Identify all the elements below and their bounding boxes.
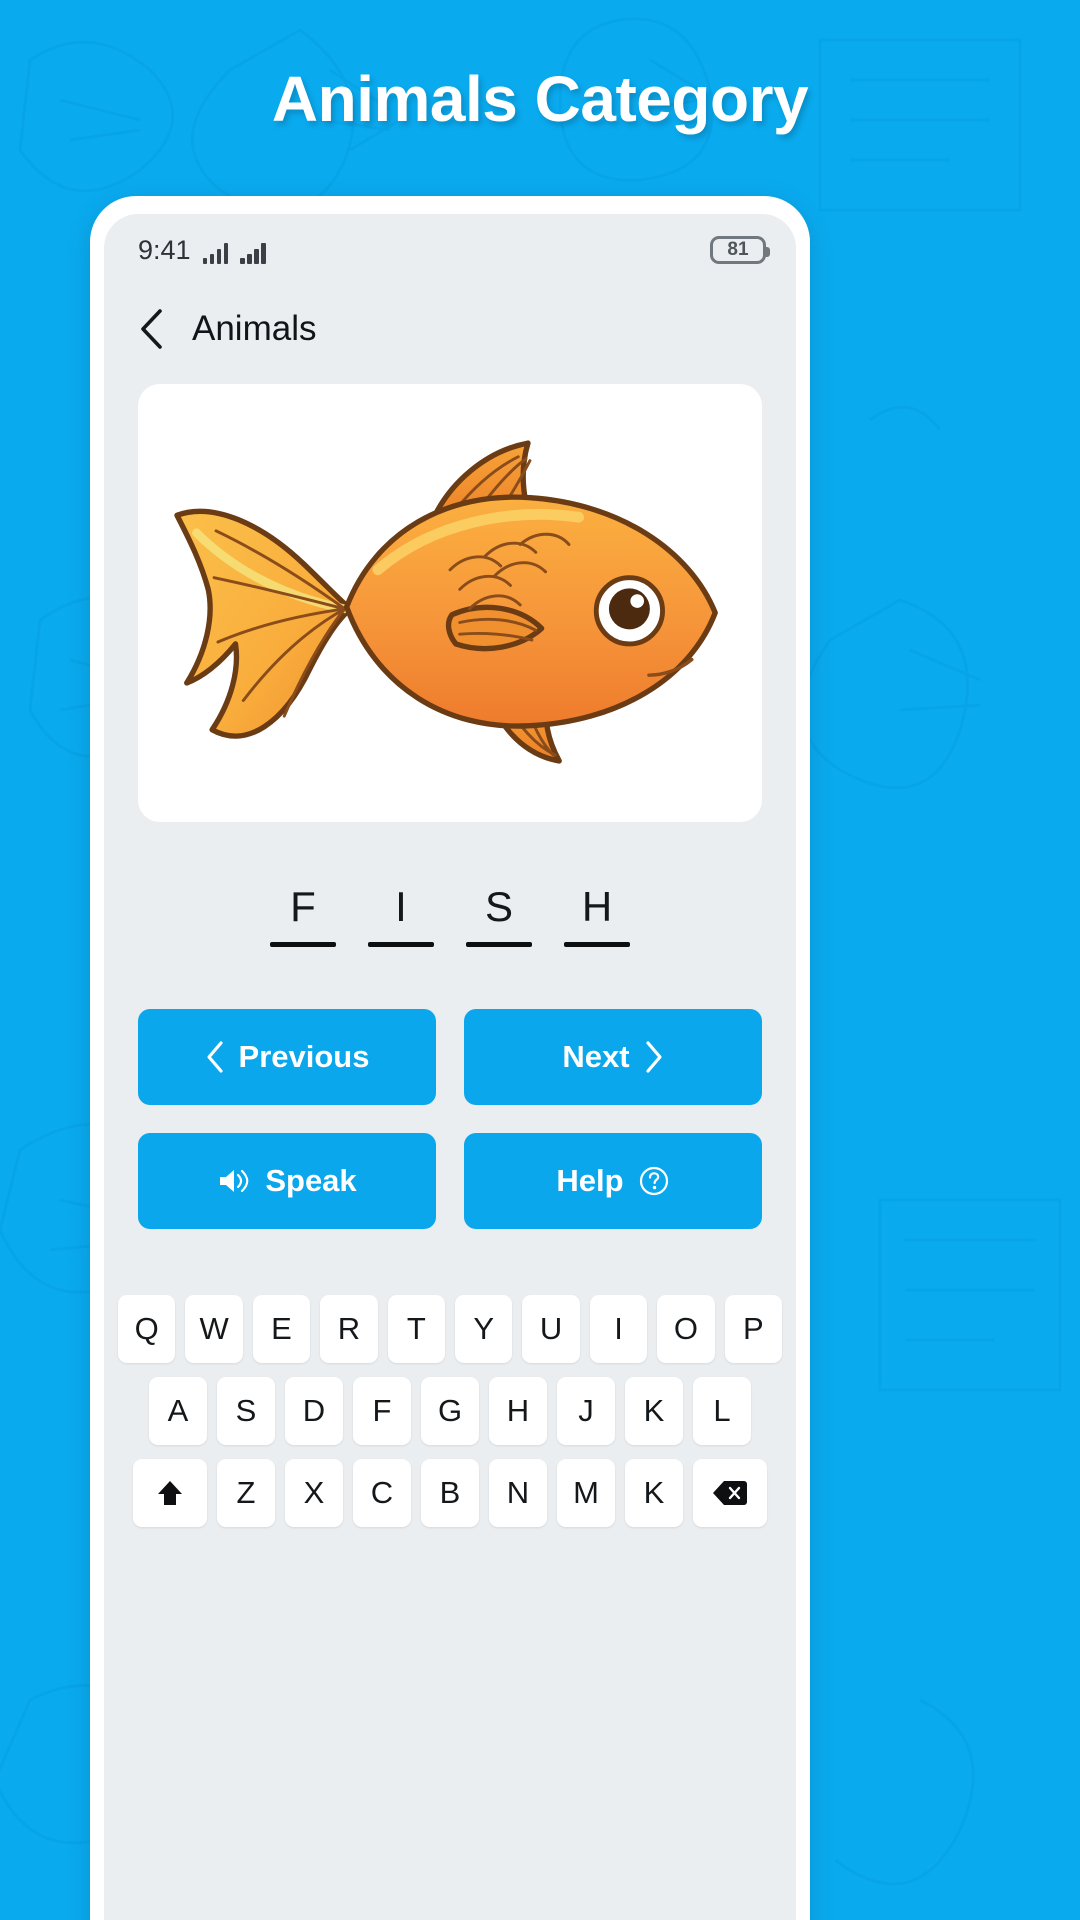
- on-screen-keyboard: QWERTYUIOP ASDFGHJKL ZXCBNMK: [104, 1295, 796, 1561]
- letter-underline: [564, 942, 630, 947]
- status-bar-left: 9:41: [138, 234, 266, 265]
- phone-screen: 9:41 81 Animals F I S H Previous Next Sp…: [104, 214, 796, 1920]
- battery-icon: 81: [710, 236, 770, 264]
- backspace-delete-icon: [713, 1481, 747, 1505]
- speaker-volume-icon: [220, 1169, 249, 1193]
- speak-button[interactable]: Speak: [138, 1133, 436, 1229]
- key-t[interactable]: T: [387, 1295, 445, 1363]
- letter-slot: I: [365, 884, 437, 947]
- letter-slot: S: [463, 884, 535, 947]
- key-x[interactable]: X: [285, 1459, 343, 1527]
- signal-bars-icon-secondary: [240, 242, 266, 264]
- keyboard-row-1: QWERTYUIOP: [117, 1295, 783, 1363]
- status-clock: 9:41: [138, 234, 191, 265]
- key-z[interactable]: Z: [217, 1459, 275, 1527]
- chevron-right-icon: [645, 1041, 662, 1073]
- letter-char: F: [290, 883, 316, 930]
- page-title: Animals Category: [271, 63, 809, 135]
- key-y[interactable]: Y: [455, 1295, 513, 1363]
- key-f[interactable]: F: [353, 1377, 411, 1445]
- action-buttons: Previous Next Speak Help: [138, 1009, 762, 1229]
- key-r[interactable]: R: [320, 1295, 378, 1363]
- shift-key[interactable]: [133, 1459, 207, 1527]
- letter-underline: [368, 942, 434, 947]
- status-bar-right: 81: [710, 236, 770, 264]
- key-i[interactable]: I: [589, 1295, 648, 1363]
- letter-char: S: [484, 883, 513, 930]
- key-e[interactable]: E: [252, 1295, 311, 1363]
- letter-slot: F: [267, 884, 339, 947]
- key-d[interactable]: D: [285, 1377, 343, 1445]
- help-label: Help: [556, 1163, 624, 1198]
- backspace-key[interactable]: [693, 1459, 767, 1527]
- letter-underline: [466, 942, 532, 947]
- word-blanks: F I S H: [104, 884, 796, 947]
- key-u[interactable]: U: [522, 1295, 580, 1363]
- chevron-left-icon: [206, 1041, 223, 1073]
- key-a[interactable]: A: [149, 1377, 207, 1445]
- key-k[interactable]: K: [625, 1377, 683, 1445]
- nav-bar: Animals: [104, 286, 796, 372]
- key-k[interactable]: K: [625, 1459, 683, 1527]
- key-b[interactable]: B: [421, 1459, 479, 1527]
- question-circle-icon: [639, 1166, 668, 1196]
- key-g[interactable]: G: [421, 1377, 479, 1445]
- key-q[interactable]: Q: [117, 1295, 176, 1363]
- key-p[interactable]: P: [724, 1295, 783, 1363]
- key-l[interactable]: L: [693, 1377, 751, 1445]
- nav-title: Animals: [192, 309, 317, 348]
- key-s[interactable]: S: [217, 1377, 275, 1445]
- image-card: [138, 384, 762, 822]
- key-n[interactable]: N: [489, 1459, 547, 1527]
- keyboard-row-2: ASDFGHJKL: [118, 1377, 782, 1445]
- phone-mockup: 9:41 81 Animals F I S H Previous Next Sp…: [90, 196, 810, 1920]
- chevron-left-icon[interactable]: [138, 308, 164, 350]
- help-button[interactable]: Help: [464, 1133, 762, 1229]
- letter-slot: H: [561, 884, 633, 947]
- key-j[interactable]: J: [557, 1377, 615, 1445]
- keyboard-row-3: ZXCBNMK: [118, 1459, 782, 1527]
- shift-arrow-up-icon: [158, 1481, 182, 1505]
- previous-button[interactable]: Previous: [138, 1009, 436, 1105]
- previous-label: Previous: [238, 1039, 370, 1074]
- key-w[interactable]: W: [185, 1295, 243, 1363]
- signal-bars-icon: [202, 242, 229, 264]
- key-c[interactable]: C: [353, 1459, 411, 1527]
- status-bar: 9:41 81: [104, 214, 796, 286]
- letter-char: H: [581, 883, 613, 930]
- next-label: Next: [562, 1039, 630, 1074]
- key-o[interactable]: O: [657, 1295, 715, 1363]
- next-button[interactable]: Next: [464, 1009, 762, 1105]
- key-h[interactable]: H: [489, 1377, 547, 1445]
- letter-underline: [270, 942, 336, 947]
- goldfish-illustration: [174, 440, 718, 764]
- letter-char: I: [395, 883, 407, 930]
- battery-level-label: 81: [727, 239, 749, 260]
- speak-label: Speak: [265, 1163, 357, 1198]
- key-m[interactable]: M: [557, 1459, 615, 1527]
